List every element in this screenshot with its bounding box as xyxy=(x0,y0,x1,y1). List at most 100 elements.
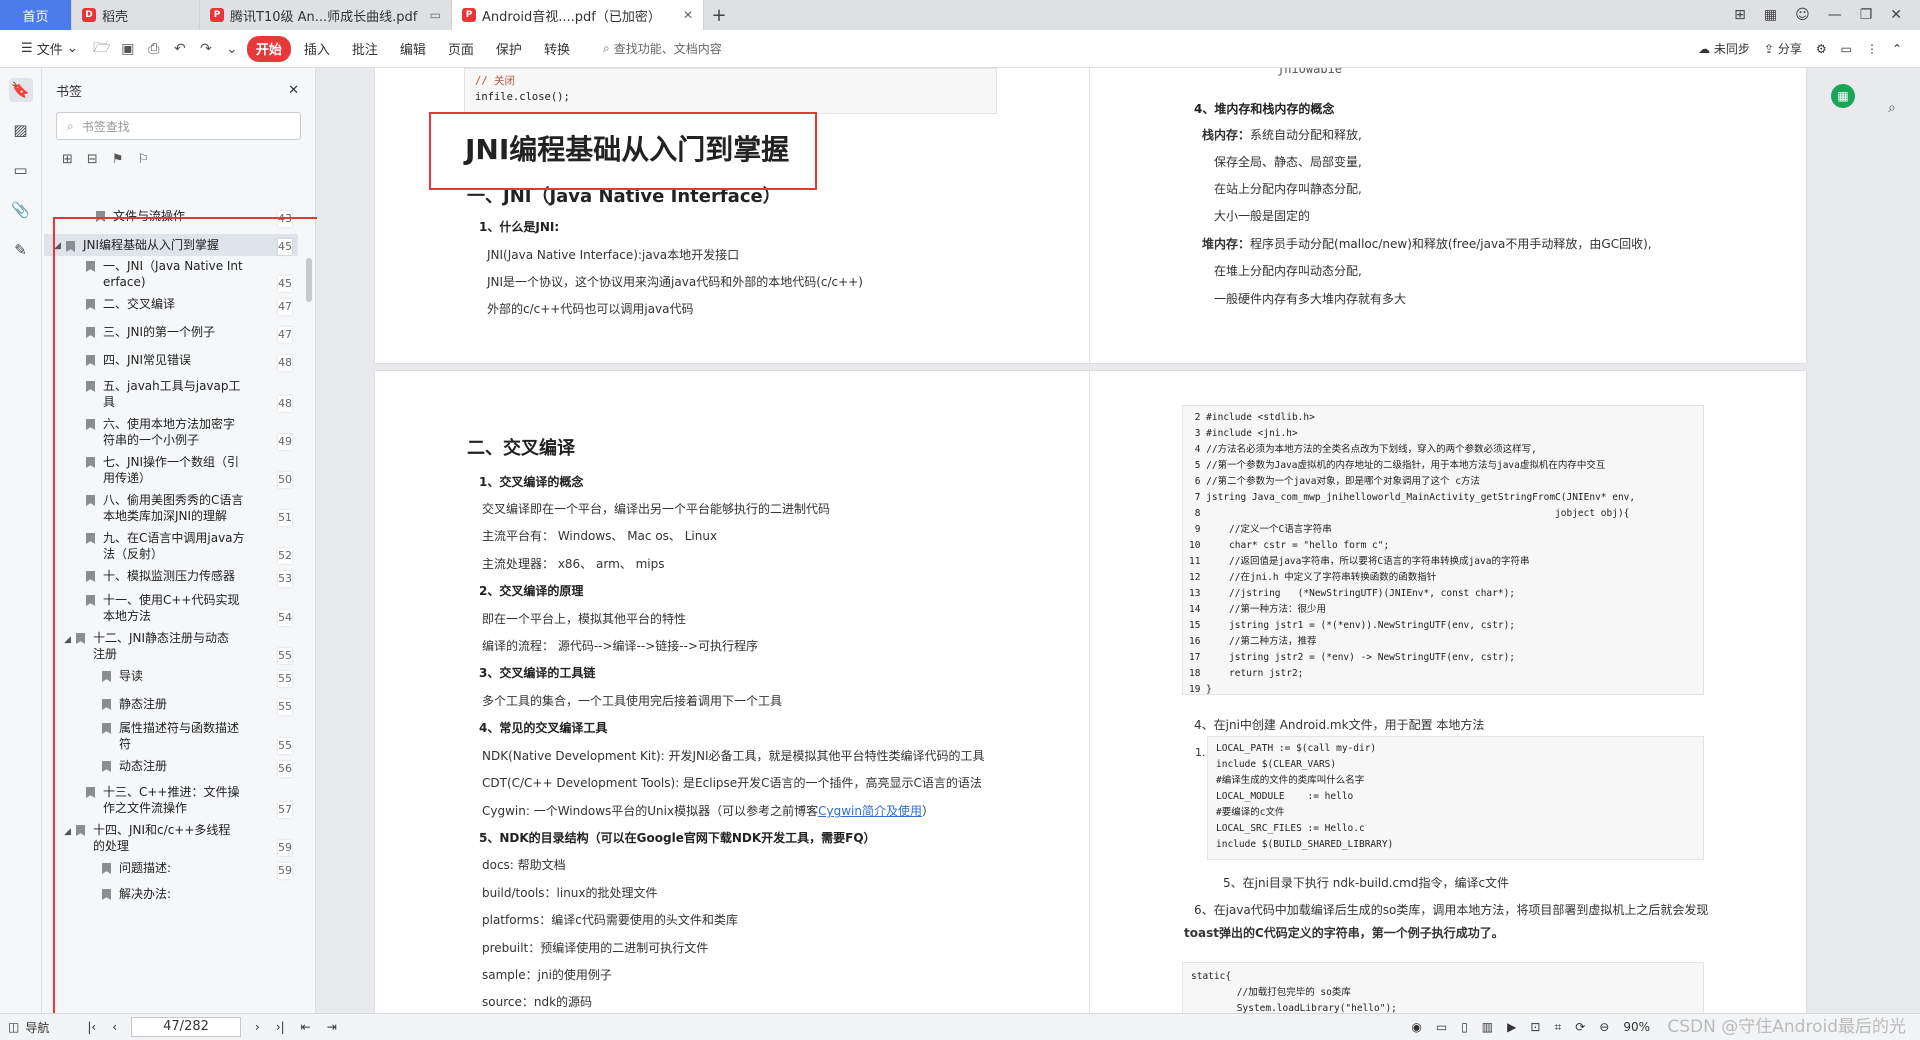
bookmark-page: 56 xyxy=(278,761,292,777)
bookmark-item[interactable]: ◢ 十四、JNI和c/c++多线程 的处理 59 xyxy=(64,822,292,856)
share-button[interactable]: ⇪ 分享 xyxy=(1764,40,1802,57)
bookmark-item[interactable]: 属性描述符与函数描述符 55 xyxy=(90,720,292,754)
close-icon[interactable]: ✕ xyxy=(288,83,299,98)
subheading: 4、常见的交叉编译工具 xyxy=(479,721,608,735)
more-icon[interactable]: ⌄ xyxy=(221,38,243,60)
bookmark-item[interactable]: 四、JNI常见错误 48 xyxy=(74,352,292,371)
forward-icon[interactable]: ⇥ xyxy=(319,1020,345,1034)
layout-icon[interactable]: ⊞ xyxy=(1734,7,1746,23)
grid-icon[interactable]: ▦ xyxy=(1764,7,1777,23)
bookmark-item[interactable]: ◢ JNI编程基础从入门到掌握 45 xyxy=(44,234,298,256)
page-view-icon[interactable]: ▯ xyxy=(1461,1020,1468,1034)
bookmark-item[interactable]: 六、使用本地方法加密字 符串的一个小例子 49 xyxy=(74,416,292,450)
blog-link[interactable]: Cygwin简介及使用 xyxy=(818,804,922,818)
collapse-icon[interactable]: ⌃ xyxy=(1892,42,1902,56)
open-icon[interactable]: 🗁 xyxy=(91,38,113,60)
tab-pdf-2-active[interactable]: P Android音视....pdf（已加密） ✕ xyxy=(452,0,704,30)
nav-toggle[interactable]: ◫ 导航 xyxy=(0,1019,57,1036)
bookmark-item[interactable]: 文件与流操作 43 xyxy=(84,208,292,227)
bookmark-item[interactable]: 十一、使用C++代码实现 本地方法 54 xyxy=(74,592,292,626)
tab-page[interactable]: 页面 xyxy=(439,36,483,62)
tab-start[interactable]: 开始 xyxy=(246,35,291,62)
tab-insert[interactable]: 插入 xyxy=(295,36,339,62)
bookmark-item[interactable]: 一、JNI（Java Native Int erface) 45 xyxy=(74,258,292,292)
bookmark-item[interactable]: 解决办法: xyxy=(90,886,284,902)
tab-convert[interactable]: 转换 xyxy=(535,36,579,62)
paragraph: 即在一个平台上，模拟其他平台的特性 xyxy=(482,612,687,626)
expand-icon[interactable]: ◢ xyxy=(54,236,66,254)
fit-width-icon[interactable]: ⊡ xyxy=(1530,1020,1540,1034)
tab-pdf-1[interactable]: P 腾讯T10级 An...师成长曲线.pdf ▭ xyxy=(200,0,452,30)
save-icon[interactable]: ▣ xyxy=(117,38,139,60)
close-window-icon[interactable]: ✕ xyxy=(1890,7,1902,23)
crop-icon[interactable]: ⌗ xyxy=(1554,1020,1561,1035)
page-number-input[interactable]: 47/282 xyxy=(131,1017,242,1037)
more-icon[interactable]: ⋮ xyxy=(1866,42,1878,56)
back-icon[interactable]: ⇤ xyxy=(293,1020,319,1034)
zoom-search-icon[interactable]: ⌕ xyxy=(1888,100,1896,116)
tab-docer[interactable]: D 稻壳 xyxy=(72,0,200,30)
bookmark-item[interactable]: 十三、C++推进：文件操 作之文件流操作 57 xyxy=(74,784,292,818)
tab-edit[interactable]: 编辑 xyxy=(391,36,435,62)
bookmark-item[interactable]: 八、偷用美图秀秀的C语言 本地类库加深JNI的理解 51 xyxy=(74,492,292,526)
zoom-out-icon[interactable]: ⊖ xyxy=(1599,1020,1609,1034)
add-bookmark-icon[interactable]: ⊞ xyxy=(62,152,73,167)
play-icon[interactable]: ▶ xyxy=(1507,1020,1516,1034)
redo-icon[interactable]: ↷ xyxy=(195,38,217,60)
tab-protect[interactable]: 保护 xyxy=(487,36,531,62)
comment-icon[interactable]: ▭ xyxy=(9,158,33,182)
bookmark-item[interactable]: ◢ 十二、JNI静态注册与动态 注册 55 xyxy=(64,630,292,664)
settings-icon[interactable]: ⚙ xyxy=(1816,42,1827,56)
bookmark-search-input[interactable]: ⌕ 书签查找 xyxy=(56,112,301,140)
signature-icon[interactable]: ✎ xyxy=(9,238,33,262)
close-icon[interactable]: ✕ xyxy=(683,8,693,22)
two-page-icon[interactable]: ▥ xyxy=(1482,1020,1493,1034)
function-search[interactable]: ⌕ 查找功能、文档内容 xyxy=(583,40,722,57)
attachment-icon[interactable]: 📎 xyxy=(9,198,33,222)
bookmark-item[interactable]: 动态注册 56 xyxy=(90,758,292,777)
sync-button[interactable]: ☁ 未同步 xyxy=(1698,40,1750,57)
last-page-icon[interactable]: ›| xyxy=(268,1020,293,1034)
zoom-level[interactable]: 90% xyxy=(1623,1020,1650,1034)
new-tab-button[interactable]: + xyxy=(704,0,734,30)
expand-icon xyxy=(74,592,86,594)
bookmark-label: JNI编程基础从入门到掌握 xyxy=(83,238,220,252)
restore-icon[interactable]: ❐ xyxy=(1860,7,1873,23)
bookmark-flag-icon[interactable]: ⚑ xyxy=(112,152,124,167)
bookmark-item[interactable]: 静态注册 55 xyxy=(90,696,292,715)
bookmark-item[interactable]: 九、在C语言中调用java方 法（反射） 52 xyxy=(74,530,292,564)
bookmark-item[interactable]: 七、JNI操作一个数组（引 用传递） 50 xyxy=(74,454,292,488)
thumbnail-icon[interactable]: ▨ xyxy=(9,118,33,142)
first-page-icon[interactable]: |‹ xyxy=(57,1020,104,1034)
eye-icon[interactable]: ◉ xyxy=(1411,1020,1421,1034)
prev-page-icon[interactable]: ‹ xyxy=(104,1020,125,1034)
bookmark-label: 十三、C++推进：文件操 作之文件流操作 xyxy=(103,785,240,815)
tab-home[interactable]: 首页 xyxy=(0,0,72,30)
bookmark-item[interactable]: 导读 55 xyxy=(90,668,292,687)
bookmark-item[interactable]: 二、交叉编译 47 xyxy=(74,296,292,315)
single-page-icon[interactable]: ▭ xyxy=(1436,1020,1447,1034)
bookmark-item[interactable]: 十、模拟监测压力传感器 53 xyxy=(74,568,292,587)
bookmark-item[interactable]: 三、JNI的第一个例子 47 xyxy=(74,324,292,343)
avatar[interactable]: ☺ xyxy=(1795,7,1810,23)
file-menu[interactable]: ☰ 文件 ⌄ xyxy=(12,36,87,62)
message-icon[interactable]: ▭ xyxy=(1841,42,1852,56)
print-icon[interactable]: ⎙ xyxy=(143,38,165,60)
bookmark-item[interactable]: 五、javah工具与javap工具 48 xyxy=(74,378,292,412)
paragraph: 在堆上分配内存叫动态分配, xyxy=(1214,264,1362,278)
rotate-icon[interactable]: ⟳ xyxy=(1575,1020,1585,1034)
bookmark-scrollbar[interactable] xyxy=(306,258,312,302)
bookmark-icon[interactable]: 🔖 xyxy=(8,78,33,102)
add-child-bookmark-icon[interactable]: ⊟ xyxy=(87,152,98,167)
next-page-icon[interactable]: › xyxy=(247,1020,268,1034)
spreadsheet-icon[interactable]: ▦ xyxy=(1831,84,1855,108)
bookmark-delete-icon[interactable]: ⚐ xyxy=(137,152,149,167)
minimize-icon[interactable]: — xyxy=(1828,7,1842,23)
expand-icon[interactable]: ◢ xyxy=(64,630,76,648)
bookmark-item[interactable]: 问题描述: 59 xyxy=(90,860,292,879)
paragraph: 外部的c/c++代码也可以调用java代码 xyxy=(487,302,694,316)
undo-icon[interactable]: ↶ xyxy=(169,38,191,60)
expand-icon[interactable]: ◢ xyxy=(64,822,76,840)
monitor-icon[interactable]: ▭ xyxy=(430,8,441,22)
tab-annotate[interactable]: 批注 xyxy=(343,36,387,62)
